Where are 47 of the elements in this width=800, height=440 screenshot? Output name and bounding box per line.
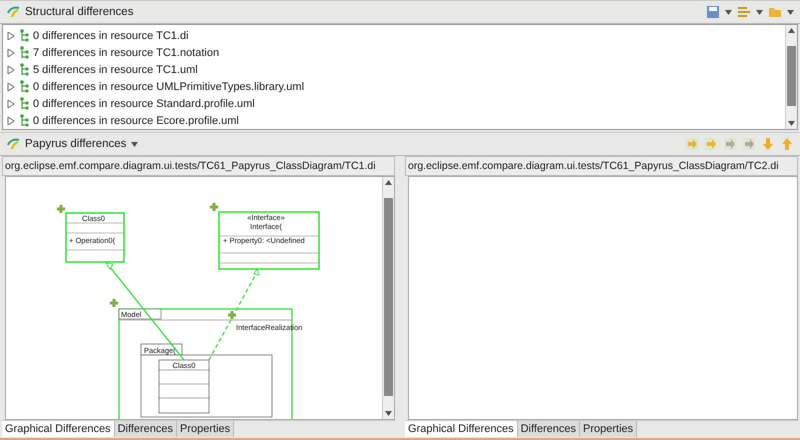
tab[interactable]: Differences — [114, 421, 178, 437]
tree-icon — [19, 114, 29, 127]
plus-icon — [110, 299, 118, 307]
tree-item-label[interactable]: 0 differences in resource Standard.profile.uml — [33, 98, 255, 110]
tab[interactable]: Graphical Differences — [2, 421, 115, 437]
tree-icon — [19, 80, 29, 93]
tree-icon — [19, 46, 29, 59]
tree-icon — [19, 29, 29, 42]
expand-icon[interactable] — [7, 82, 15, 90]
plus-icon — [57, 205, 65, 213]
class-box — [65, 212, 125, 263]
expand-icon[interactable] — [7, 100, 15, 108]
tree-item-label[interactable]: 7 differences in resource TC1.notation — [33, 46, 220, 58]
dropdown-icon[interactable] — [756, 10, 763, 14]
save-icon[interactable] — [706, 5, 720, 19]
tree-icon — [19, 63, 29, 76]
tab[interactable]: Properties — [580, 421, 638, 437]
scroll-down-icon[interactable] — [385, 411, 392, 416]
scrollbar[interactable] — [382, 177, 394, 419]
scroll-up-icon[interactable] — [788, 28, 795, 33]
dropdown-icon[interactable] — [725, 10, 732, 14]
tab[interactable]: Graphical Differences — [405, 421, 518, 437]
expand-icon[interactable] — [7, 48, 15, 56]
tab[interactable]: Properties — [177, 421, 234, 437]
plus-icon — [210, 203, 218, 211]
file-path: org.eclipse.emf.compare.diagram.ui.tests/TC61_Papyrus_ClassDiagram/TC1.di — [2, 156, 395, 176]
scroll-down-icon[interactable] — [788, 121, 795, 126]
class-box — [158, 360, 210, 414]
tab[interactable]: Differences — [518, 421, 580, 437]
view-title: Papyrus differences — [25, 138, 126, 150]
logo-icon — [6, 138, 20, 150]
file-path: org.eclipse.emf.compare.diagram.ui.tests/TC61_Papyrus_ClassDiagram/TC2.di — [405, 156, 798, 176]
tree-item-label[interactable]: 0 differences in resource Ecore.profile.uml — [33, 114, 239, 126]
scroll-up-icon[interactable] — [385, 180, 392, 185]
expand-icon[interactable] — [7, 32, 15, 40]
dropdown-icon[interactable] — [131, 142, 138, 146]
tree-item-label[interactable]: 0 differences in resource TC1.di — [33, 30, 189, 42]
tree-icon — [19, 97, 29, 110]
plus-icon — [228, 311, 236, 319]
dropdown-icon[interactable] — [787, 10, 794, 14]
expand-icon[interactable] — [7, 66, 15, 74]
tree-item-label[interactable]: 5 differences in resource TC1.uml — [33, 64, 198, 76]
view-title: Structural differences — [25, 6, 134, 18]
expand-icon[interactable] — [7, 116, 15, 124]
tree-item-label[interactable]: 0 differences in resource UMLPrimitiveTypes.library.uml — [33, 80, 304, 92]
logo-icon — [6, 6, 20, 18]
scrollbar[interactable] — [785, 25, 797, 129]
